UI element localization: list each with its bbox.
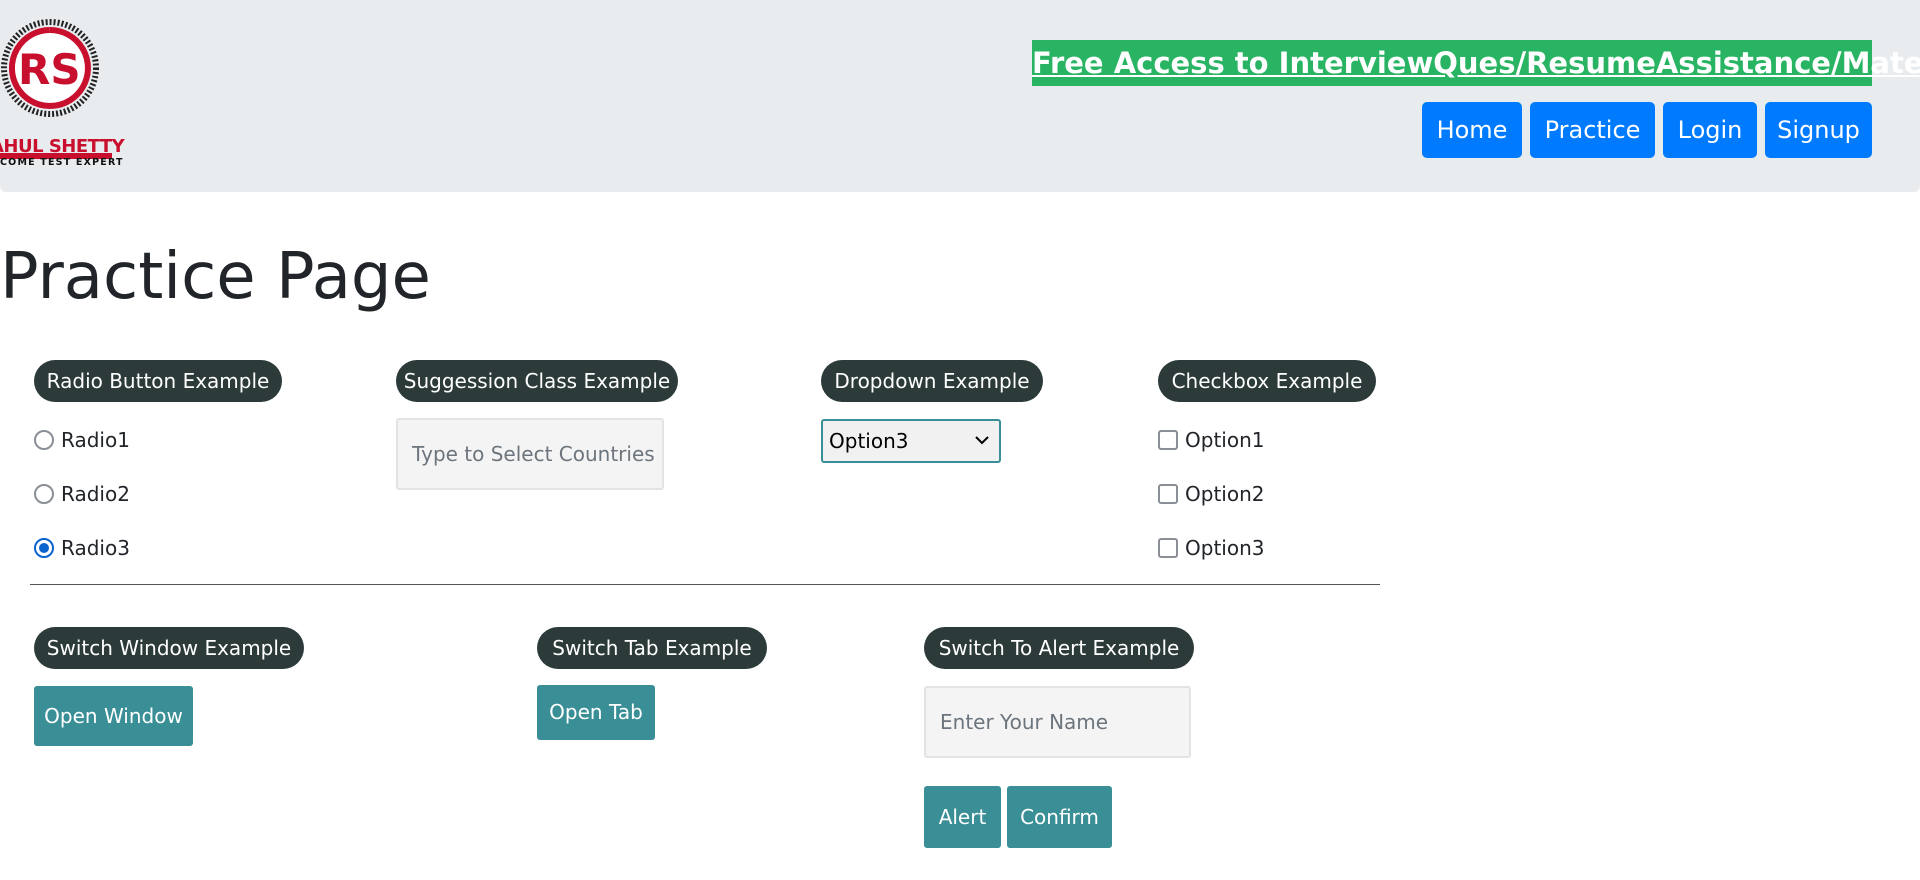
alert-section-legend: Switch To Alert Example [924,627,1194,669]
open-window-button[interactable]: Open Window [34,686,193,746]
logo-emblem-icon: RS [1,19,99,117]
checkbox-option-1[interactable]: Option1 [1158,427,1264,453]
switch-tab-legend: Switch Tab Example [537,627,767,669]
dropdown-selected-value: Option3 [829,429,909,453]
radio-label: Radio2 [61,482,130,506]
nav-home-button[interactable]: Home [1422,102,1522,158]
radio-button-selected[interactable] [34,538,54,558]
open-tab-button[interactable]: Open Tab [537,685,655,740]
confirm-button[interactable]: Confirm [1007,786,1112,848]
page-title: Practice Page [0,240,431,314]
checkbox[interactable] [1158,430,1178,450]
country-autocomplete-input[interactable]: Type to Select Countries [396,418,664,490]
brand-logo[interactable]: RS AHUL SHETTY COME TEST EXPERT [0,18,125,168]
checkbox-label: Option1 [1185,428,1265,452]
checkbox[interactable] [1158,484,1178,504]
dropdown-section-legend: Dropdown Example [821,360,1043,402]
dropdown-select[interactable]: Option3 [821,419,1001,463]
radio-option-3[interactable]: Radio3 [34,535,130,561]
radio-option-2[interactable]: Radio2 [34,481,130,507]
suggestion-section-legend: Suggession Class Example [396,360,678,402]
chevron-down-icon [975,436,989,445]
nav-signup-button[interactable]: Signup [1765,102,1872,158]
checkbox-option-2[interactable]: Option2 [1158,481,1264,507]
checkbox[interactable] [1158,538,1178,558]
radio-button[interactable] [34,430,54,450]
radio-label: Radio1 [61,428,130,452]
section-divider [30,584,1380,585]
radio-section-legend: Radio Button Example [34,360,282,402]
checkbox-label: Option2 [1185,482,1265,506]
logo-tagline: COME TEST EXPERT [0,157,124,168]
checkbox-label: Option3 [1185,536,1265,560]
switch-window-legend: Switch Window Example [34,627,304,669]
alert-button[interactable]: Alert [924,786,1001,848]
nav-practice-button[interactable]: Practice [1530,102,1655,158]
radio-label: Radio3 [61,536,130,560]
name-input[interactable]: Enter Your Name [924,686,1191,758]
checkbox-section-legend: Checkbox Example [1158,360,1376,402]
svg-text:RS: RS [18,45,81,94]
radio-option-1[interactable]: Radio1 [34,427,130,453]
radio-button[interactable] [34,484,54,504]
free-access-link[interactable]: Free Access to InterviewQues/ResumeAssis… [1032,40,1920,86]
site-header: RS AHUL SHETTY COME TEST EXPERT Free Acc… [0,0,1920,192]
nav-login-button[interactable]: Login [1663,102,1757,158]
checkbox-option-3[interactable]: Option3 [1158,535,1264,561]
